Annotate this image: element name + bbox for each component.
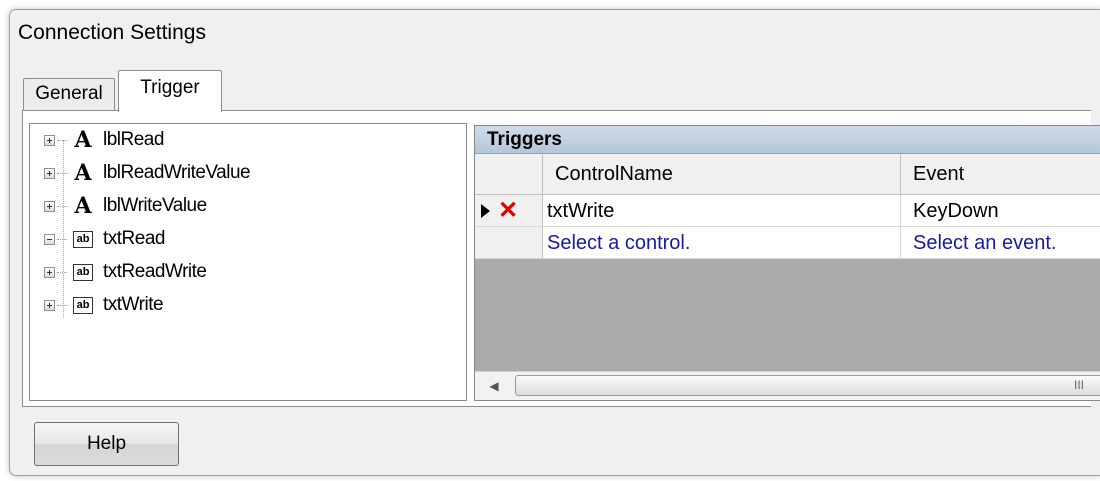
- row-header[interactable]: [475, 227, 543, 258]
- expand-icon[interactable]: [44, 299, 55, 311]
- tree-item-txtWrite[interactable]: ab txtWrite: [44, 289, 164, 321]
- label-A-icon: A: [74, 127, 92, 153]
- column-header-controlname[interactable]: ControlName: [543, 154, 901, 194]
- help-button[interactable]: Help: [34, 422, 179, 466]
- expand-icon[interactable]: [44, 134, 55, 146]
- column-header-event[interactable]: Event: [901, 154, 1100, 194]
- row-header[interactable]: ✕: [475, 195, 543, 226]
- textbox-ab-icon: ab: [73, 230, 93, 248]
- tab-trigger[interactable]: Trigger: [118, 70, 222, 112]
- window-title: Connection Settings: [18, 21, 206, 44]
- cell-controlname[interactable]: txtWrite: [543, 195, 901, 226]
- scrollbar-thumb[interactable]: III: [515, 375, 1100, 396]
- tree-item-label: lblWriteValue: [103, 195, 207, 216]
- horizontal-scrollbar[interactable]: ◀ III: [475, 371, 1100, 400]
- scroll-left-arrow-icon[interactable]: ◀: [477, 372, 511, 400]
- label-A-icon: A: [74, 193, 92, 219]
- grid-header: ControlName Event: [475, 154, 1100, 195]
- tree-item-label: txtWrite: [103, 294, 164, 315]
- tree-item-lblReadWriteValue[interactable]: A lblReadWriteValue: [44, 157, 251, 189]
- new-row[interactable]: Select a control. Select an event.: [475, 227, 1100, 259]
- label-A-icon: A: [74, 160, 92, 186]
- current-row-arrow-icon: [481, 204, 490, 218]
- tree-item-lblRead[interactable]: A lblRead: [44, 124, 164, 156]
- tree-item-txtRead[interactable]: ab txtRead: [44, 223, 165, 255]
- tree-item-txtReadWrite[interactable]: ab txtReadWrite: [44, 256, 207, 288]
- expand-icon[interactable]: [44, 200, 55, 212]
- tree-item-label: lblReadWriteValue: [103, 162, 251, 183]
- tab-general[interactable]: General: [23, 78, 115, 110]
- grid-caption: Triggers: [475, 126, 1100, 154]
- textbox-ab-icon: ab: [73, 296, 93, 314]
- cell-event[interactable]: KeyDown: [901, 195, 1100, 226]
- cell-event-placeholder[interactable]: Select an event.: [901, 227, 1100, 258]
- expand-icon[interactable]: [44, 266, 55, 278]
- controls-tree[interactable]: A lblRead A lblReadWriteValue A lblWrite…: [29, 123, 467, 401]
- table-row[interactable]: ✕ txtWrite KeyDown: [475, 195, 1100, 227]
- tree-item-label: lblRead: [103, 129, 164, 150]
- tree-item-lblWriteValue[interactable]: A lblWriteValue: [44, 190, 207, 222]
- tree-item-label: txtReadWrite: [103, 261, 207, 282]
- collapse-icon[interactable]: [44, 233, 55, 245]
- expand-icon[interactable]: [44, 167, 55, 179]
- textbox-ab-icon: ab: [73, 263, 93, 281]
- row-header-corner: [475, 154, 543, 194]
- delete-x-icon[interactable]: ✕: [497, 195, 519, 227]
- tree-item-label: txtRead: [103, 228, 165, 249]
- triggers-grid[interactable]: Triggers ControlName Event ✕ txtWrite Ke…: [474, 125, 1100, 401]
- cell-controlname-placeholder[interactable]: Select a control.: [543, 227, 901, 258]
